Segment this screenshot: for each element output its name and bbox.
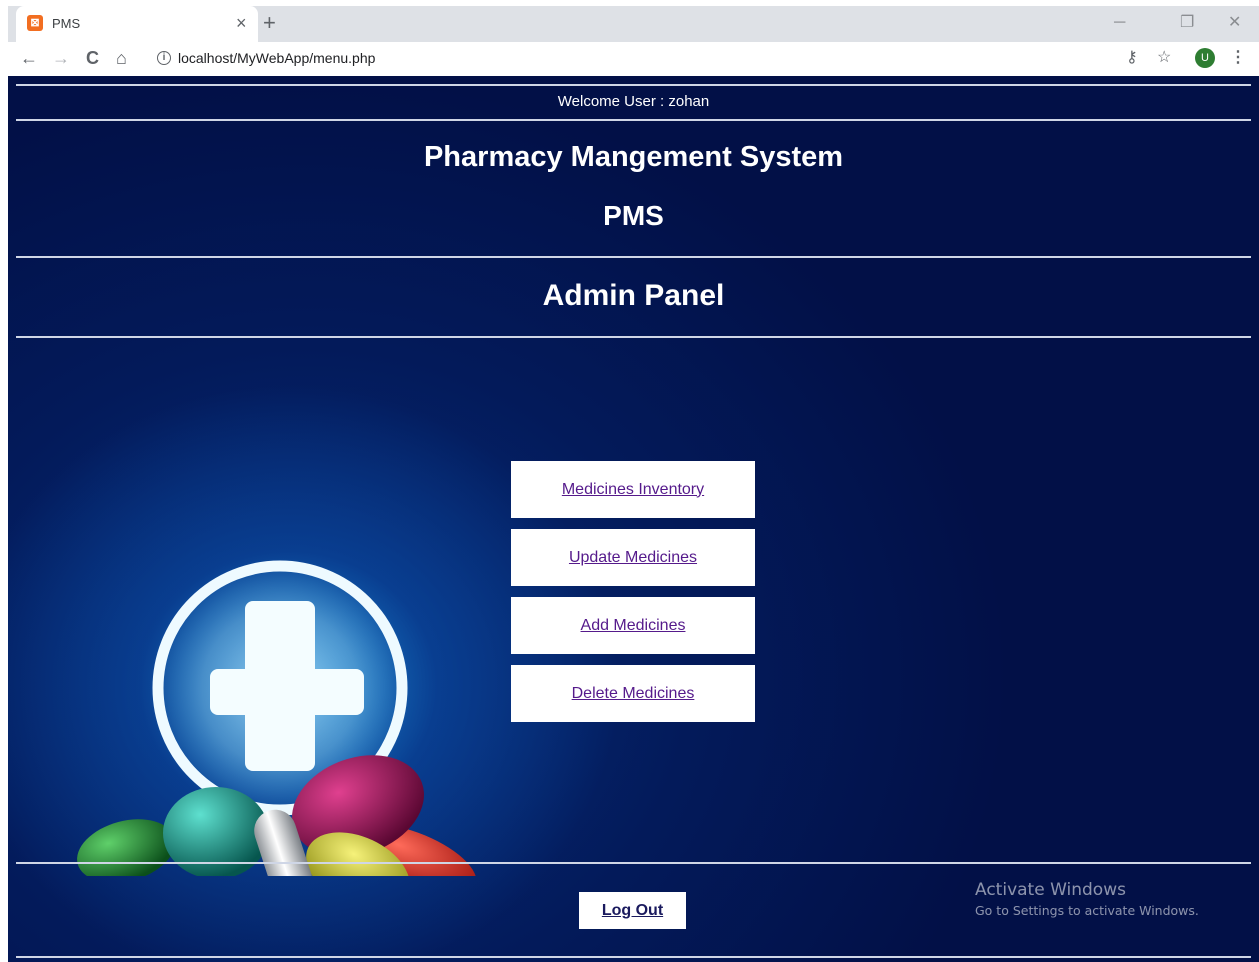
star-icon[interactable]: ☆ <box>1157 48 1171 68</box>
home-icon[interactable]: ⌂ <box>116 47 127 69</box>
browser-tab[interactable]: ⊠ PMS × <box>16 6 258 42</box>
page-title: Pharmacy Mangement System <box>423 141 844 173</box>
xampp-favicon-icon: ⊠ <box>27 15 43 31</box>
watermark-subtitle: Go to Settings to activate Windows. <box>975 903 1199 918</box>
window-close-icon[interactable]: ✕ <box>1228 14 1241 32</box>
tab-title: PMS <box>52 16 81 31</box>
page-subtitle: PMS <box>603 200 664 231</box>
back-icon[interactable]: ← <box>20 47 38 69</box>
key-icon[interactable]: ⚷ <box>1126 48 1138 68</box>
logout-button[interactable]: Log Out <box>579 892 686 929</box>
info-icon[interactable]: i <box>157 51 171 65</box>
divider <box>16 336 1251 338</box>
watermark-title: Activate Windows <box>975 880 1126 900</box>
divider <box>16 862 1251 864</box>
forward-icon[interactable]: → <box>52 47 70 69</box>
update-medicines-link[interactable]: Update Medicines <box>511 529 755 586</box>
medicines-inventory-link[interactable]: Medicines Inventory <box>511 461 755 518</box>
minimize-icon[interactable]: ─ <box>1114 14 1125 32</box>
tab-strip: ⊠ PMS × + ─ ❐ ✕ <box>8 6 1259 42</box>
page-viewport: Welcome User : zohan Pharmacy Mangement … <box>8 76 1259 962</box>
divider <box>16 119 1251 121</box>
cross-horizontal <box>210 669 364 715</box>
new-tab-icon[interactable]: + <box>263 10 276 36</box>
reload-icon[interactable]: C <box>86 47 99 69</box>
welcome-text: Welcome User : zohan <box>557 93 710 110</box>
panel-title: Admin Panel <box>542 279 725 312</box>
browser-toolbar: ← → C ⌂ i localhost/MyWebApp/menu.php ⚷ … <box>8 42 1259 76</box>
activate-windows-watermark: Activate Windows Go to Settings to activ… <box>975 880 1199 918</box>
divider <box>16 256 1251 258</box>
divider <box>16 956 1251 958</box>
browser-menu-icon[interactable]: ⋮ <box>1230 48 1246 68</box>
delete-medicines-link[interactable]: Delete Medicines <box>511 665 755 722</box>
restore-icon[interactable]: ❐ <box>1180 14 1194 32</box>
close-tab-icon[interactable]: × <box>236 13 247 33</box>
profile-avatar[interactable]: U <box>1195 48 1215 68</box>
pharmacy-illustration <box>77 558 477 876</box>
divider <box>16 84 1251 86</box>
address-bar[interactable]: localhost/MyWebApp/menu.php <box>178 50 375 66</box>
add-medicines-link[interactable]: Add Medicines <box>511 597 755 654</box>
